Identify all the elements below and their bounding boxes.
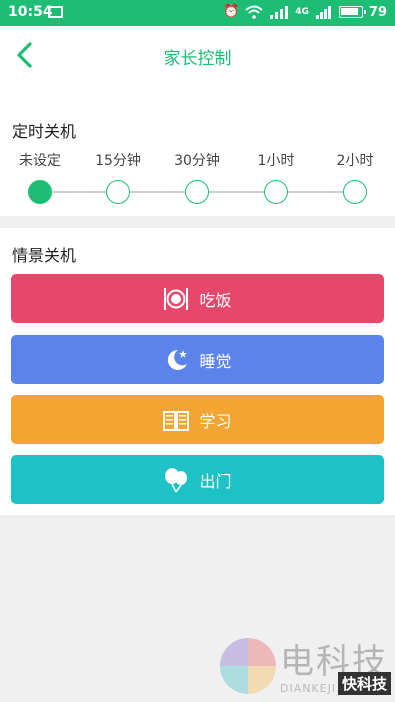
moon-icon — [168, 349, 188, 370]
dining-button[interactable]: 吃饭 — [11, 274, 384, 323]
alarm-icon: ⏰ — [223, 4, 240, 19]
message-icon — [48, 6, 63, 18]
battery-icon — [338, 6, 366, 18]
timer-node[interactable] — [185, 180, 209, 204]
scene-title: 情景关机 — [12, 246, 77, 265]
timer-title: 定时关机 — [12, 122, 77, 141]
dining-label: 吃饭 — [199, 290, 232, 310]
book-icon — [163, 410, 190, 431]
timer-option-label: 15分钟 — [95, 153, 141, 169]
timer-labels: 未设定 15分钟 30分钟 1小时 2小时 — [0, 150, 395, 169]
balloon-icon — [165, 467, 188, 492]
timer-option-label: 1小时 — [257, 153, 295, 169]
timer-option-label: 30分钟 — [174, 153, 220, 169]
sleep-button[interactable]: 睡觉 — [11, 335, 384, 384]
study-label: 学习 — [199, 411, 232, 431]
timer-node[interactable] — [106, 180, 130, 204]
battery-level: 79 — [368, 4, 387, 20]
watermark: 电科技 DIANKEJI.COM 快科技 — [220, 632, 395, 702]
outing-label: 出门 — [199, 471, 232, 491]
scene-section: 情景关机 吃饭 睡觉 学习 出门 — [0, 228, 395, 515]
watermark-badge: 快科技 — [337, 672, 391, 695]
outing-button[interactable]: 出门 — [11, 455, 384, 504]
wifi-icon — [245, 5, 263, 19]
status-icons: ⏰ 4G 79 — [223, 4, 387, 20]
timer-section: 定时关机 未设定 15分钟 30分钟 1小时 2小时 — [0, 84, 395, 216]
timer-option-label: 2小时 — [336, 153, 374, 169]
watermark-logo-icon — [220, 638, 276, 694]
timer-node[interactable] — [28, 180, 52, 204]
status-bar: 10:54 ⏰ 4G 79 — [0, 0, 395, 26]
dining-icon — [164, 287, 189, 310]
sleep-label: 睡觉 — [199, 351, 232, 371]
timer-node[interactable] — [343, 180, 367, 204]
study-button[interactable]: 学习 — [11, 395, 384, 444]
page-title: 家长控制 — [163, 49, 232, 69]
timer-node[interactable] — [264, 180, 288, 204]
network-label: 4G — [295, 7, 309, 17]
header: 家长控制 — [0, 26, 395, 84]
signal-icon — [270, 6, 289, 19]
signal-icon-2 — [315, 6, 331, 19]
timer-option-label: 未设定 — [19, 153, 61, 169]
status-time: 10:54 — [8, 4, 53, 20]
